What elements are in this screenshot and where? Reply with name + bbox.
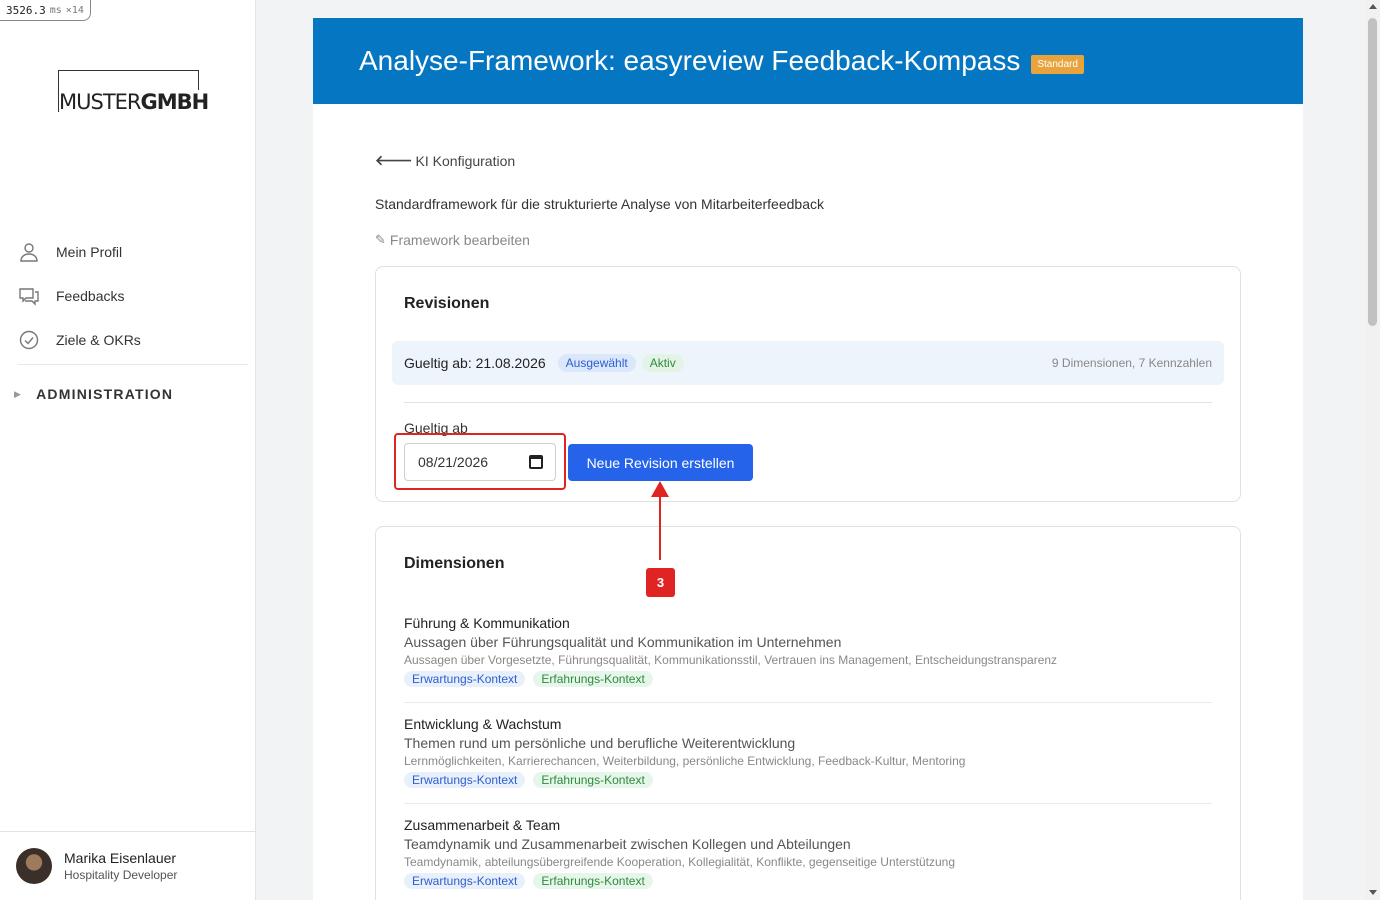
arrow-left-icon: 🡐: [375, 152, 413, 168]
scrollbar[interactable]: [1365, 0, 1380, 900]
sidebar-group-label: ADMINISTRATION: [36, 386, 174, 402]
experience-context-tag: Erfahrungs-Kontext: [533, 772, 653, 788]
dimension-keywords: Teamdynamik, abteilungsübergreifende Koo…: [404, 855, 956, 869]
annotation-arrow: [659, 494, 661, 560]
perf-counter: 3526.3 ms ×14: [0, 0, 91, 21]
chat-icon: [19, 288, 39, 306]
sidebar-group-administration[interactable]: ▶ ADMINISTRATION: [0, 365, 248, 423]
expectation-context-tag: Erwartungs-Kontext: [404, 671, 526, 687]
edit-framework-link[interactable]: ✎ Framework bearbeiten: [375, 232, 530, 248]
expectation-context-tag: Erwartungs-Kontext: [404, 772, 526, 788]
dimension-subtitle: Teamdynamik und Zusammenarbeit zwischen …: [404, 836, 851, 852]
scroll-down-icon[interactable]: [1369, 890, 1377, 895]
sidebar-item-label: Feedbacks: [56, 288, 125, 304]
page-header: Analyse-Framework: easyreview Feedback-K…: [313, 18, 1303, 104]
logo-text: MUSTERGMBH: [59, 90, 211, 114]
dimension-keywords: Aussagen über Vorgesetzte, Führungsquali…: [404, 653, 1058, 667]
standard-badge: Standard: [1031, 54, 1084, 74]
dimension-keywords: Lernmöglichkeiten, Karrierechancen, Weit…: [404, 754, 966, 768]
scrollbar-thumb[interactable]: [1368, 18, 1377, 326]
sidebar: MUSTERGMBH Mein Profil Feedbacks Ziele &…: [0, 0, 256, 900]
dimension-title: Zusammenarbeit & Team: [404, 817, 561, 833]
revision-meta: 9 Dimensionen, 7 Kennzahlen: [1051, 356, 1212, 370]
divider: [404, 702, 1212, 703]
revisions-title: Revisionen: [404, 295, 490, 312]
dimensions-title: Dimensionen: [404, 555, 505, 572]
experience-context-tag: Erfahrungs-Kontext: [533, 873, 653, 889]
sidebar-item-label: Ziele & OKRs: [56, 332, 141, 348]
step-number-badge: 3: [646, 568, 675, 597]
sidebar-nav: Mein Profil Feedbacks Ziele & OKRs ▶ ADM…: [0, 230, 248, 423]
sidebar-item-ziele-okrs[interactable]: Ziele & OKRs: [0, 318, 248, 362]
user-icon: [20, 243, 38, 262]
check-circle-icon: [19, 330, 39, 350]
revision-label: Gueltig ab: 21.08.2026: [404, 355, 546, 371]
active-badge: Aktiv: [641, 354, 684, 372]
sidebar-item-label: Mein Profil: [56, 244, 123, 260]
sidebar-item-mein-profil[interactable]: Mein Profil: [0, 230, 248, 274]
revision-row[interactable]: Gueltig ab: 21.08.2026 Ausgewählt Aktiv …: [392, 341, 1224, 385]
expectation-context-tag: Erwartungs-Kontext: [404, 873, 526, 889]
user-profile[interactable]: Marika Eisenlauer Hospitality Developer: [0, 831, 255, 900]
highlight-box: [394, 433, 566, 490]
user-role: Hospitality Developer: [64, 868, 178, 882]
sidebar-item-feedbacks[interactable]: Feedbacks: [0, 274, 248, 318]
user-name: Marika Eisenlauer: [64, 850, 177, 866]
back-link-label: KI Konfiguration: [415, 152, 516, 169]
dimension-subtitle: Aussagen über Führungsqualität und Kommu…: [404, 634, 842, 650]
divider: [404, 402, 1212, 403]
framework-description: Standardframework für die strukturierte …: [375, 196, 824, 212]
perf-count: ×14: [65, 4, 84, 16]
edit-link-label: Framework bearbeiten: [389, 232, 530, 248]
page-title: Analyse-Framework: easyreview Feedback-K…: [359, 45, 1021, 76]
experience-context-tag: Erfahrungs-Kontext: [533, 671, 653, 687]
dimension-subtitle: Themen rund um persönliche und beruflich…: [404, 735, 796, 751]
pencil-icon: ✎: [375, 232, 386, 247]
main-content: 🡐 KI Konfiguration Standardframework für…: [313, 104, 1303, 900]
back-link[interactable]: 🡐 KI Konfiguration: [375, 152, 515, 169]
create-revision-button[interactable]: Neue Revision erstellen: [568, 444, 753, 481]
dimension-item[interactable]: Zusammenarbeit & Team Teamdynamik und Zu…: [404, 817, 1214, 889]
perf-unit: ms: [49, 4, 62, 16]
dimension-title: Entwicklung & Wachstum: [404, 716, 562, 732]
perf-value: 3526.3: [6, 3, 46, 17]
scroll-up-icon[interactable]: [1369, 4, 1377, 9]
dimensions-card: Dimensionen Führung & Kommunikation Auss…: [375, 526, 1241, 900]
avatar: [16, 848, 52, 884]
dimension-title: Führung & Kommunikation: [404, 615, 570, 631]
dimension-item[interactable]: Entwicklung & Wachstum Themen rund um pe…: [404, 716, 1214, 788]
selected-badge: Ausgewählt: [557, 354, 636, 372]
company-logo[interactable]: MUSTERGMBH: [58, 70, 211, 114]
triangle-right-icon: ▶: [14, 388, 23, 399]
divider: [404, 803, 1212, 804]
dimension-item[interactable]: Führung & Kommunikation Aussagen über Fü…: [404, 615, 1214, 687]
